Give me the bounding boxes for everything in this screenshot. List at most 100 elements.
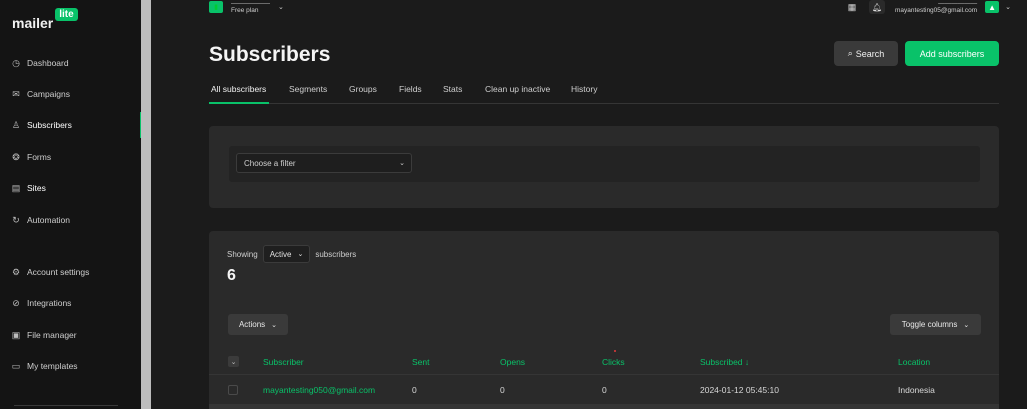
- tab-history[interactable]: History: [571, 84, 597, 94]
- chevron-down-icon[interactable]: ⌄: [1005, 3, 1011, 11]
- account-icon: ▮: [209, 1, 223, 13]
- actions-button-label: Actions: [238, 320, 266, 329]
- actions-button[interactable]: Actions ⌄: [228, 314, 288, 335]
- tab-groups[interactable]: Groups: [349, 84, 377, 94]
- search-button-label: Search: [855, 48, 885, 59]
- clock-icon: ◷: [12, 57, 20, 68]
- search-icon: ⌕: [847, 48, 853, 58]
- link-icon: ⊘: [12, 297, 20, 308]
- user-info[interactable]: —————— mayantesting05@gmail.com: [895, 0, 977, 14]
- column-header-subscriber[interactable]: Subscriber: [263, 357, 304, 367]
- filter-select[interactable]: Choose a filter ⌄: [236, 153, 412, 173]
- automation-icon: ↻: [12, 214, 20, 225]
- sidebar-item-label: Forms: [27, 152, 52, 162]
- chevron-down-icon: ⌄: [278, 4, 284, 11]
- tab-fields[interactable]: Fields: [399, 84, 422, 94]
- user-name: ——————: [938, 0, 978, 7]
- showing-prefix: Showing: [227, 249, 258, 259]
- sidebar-item-campaigns[interactable]: ✉ Campaigns: [11, 87, 70, 101]
- mail-icon: ✉: [12, 88, 20, 99]
- add-subscribers-button[interactable]: Add subscribers: [905, 41, 999, 66]
- sent-value: 0: [412, 385, 417, 395]
- account-switcher[interactable]: ▮ —————— Free plan ⌄: [209, 0, 284, 14]
- filter-bar: Choose a filter ⌄: [229, 146, 980, 182]
- subscriber-tabs: All subscribers Segments Groups Fields S…: [209, 82, 999, 104]
- sidebar-item-label: File manager: [27, 330, 77, 340]
- toggle-columns-button[interactable]: Toggle columns ⌄: [890, 314, 981, 335]
- chevron-down-icon: ⌄: [271, 321, 278, 329]
- showing-row: Showing Active ⌄ subscribers: [227, 245, 356, 263]
- row-divider: [209, 404, 999, 409]
- chevron-down-icon: ⌄: [399, 160, 405, 167]
- sidebar-scrollbar[interactable]: [141, 0, 151, 409]
- sidebar-item-label: Integrations: [27, 298, 72, 308]
- sidebar-item-file-manager[interactable]: ▣ File manager: [11, 328, 77, 342]
- sidebar-item-label: Account settings: [27, 267, 90, 277]
- status-select[interactable]: Active ⌄: [262, 245, 311, 263]
- notifications-bell-icon[interactable]: 🔔︎: [869, 0, 886, 14]
- column-header-sent[interactable]: Sent: [412, 357, 430, 367]
- sidebar: mailer lite ◷ Dashboard ✉ Campaigns ♙ Su…: [0, 0, 141, 409]
- column-header-subscribed[interactable]: Subscribed ↓: [700, 357, 749, 367]
- tab-all-subscribers[interactable]: All subscribers: [211, 84, 266, 94]
- mailerlite-logo[interactable]: mailer lite: [12, 8, 78, 31]
- tab-clean-up-inactive[interactable]: Clean up inactive: [485, 84, 550, 94]
- logo-badge: lite: [55, 8, 78, 21]
- column-header-location[interactable]: Location: [898, 357, 930, 367]
- sidebar-item-automation[interactable]: ↻ Automation: [11, 213, 70, 227]
- sidebar-divider: [14, 405, 118, 406]
- subscribed-value: 2024-01-12 05:45:10: [700, 385, 779, 395]
- avatar[interactable]: ▲: [985, 1, 1000, 13]
- subscribers-panel: Showing Active ⌄ subscribers 6 Actions ⌄…: [209, 231, 999, 409]
- sidebar-item-label: Campaigns: [27, 89, 70, 99]
- user-area: ▦ 🔔︎ —————— mayantesting05@gmail.com ▲ ⌄: [845, 0, 1011, 14]
- sidebar-item-label: My templates: [27, 361, 78, 371]
- column-header-clicks[interactable]: Clicks: [602, 357, 625, 367]
- table-row[interactable]: mayantesting050@gmail.com 0 0 0 2024-01-…: [209, 376, 999, 404]
- sidebar-item-label: Subscribers: [27, 120, 72, 130]
- account-name: ——————: [231, 0, 270, 7]
- chevron-down-icon: ⌄: [297, 251, 304, 258]
- users-icon: ♙: [11, 119, 21, 130]
- chevron-down-icon: ⌄: [963, 321, 970, 329]
- user-email: mayantesting05@gmail.com: [895, 7, 978, 14]
- column-header-opens[interactable]: Opens: [500, 357, 525, 367]
- search-button[interactable]: ⌕ Search: [834, 41, 898, 66]
- sidebar-item-forms[interactable]: ❂ Forms: [11, 150, 51, 164]
- sidebar-item-label: Dashboard: [27, 58, 69, 68]
- forms-icon: ❂: [12, 151, 20, 162]
- sidebar-item-sites[interactable]: ▤ Sites: [11, 181, 46, 195]
- tab-stats[interactable]: Stats: [443, 84, 462, 94]
- subscriber-email[interactable]: mayantesting050@gmail.com: [263, 385, 375, 395]
- sidebar-item-dashboard[interactable]: ◷ Dashboard: [11, 56, 69, 70]
- tab-segments[interactable]: Segments: [289, 84, 327, 94]
- clicks-value: 0: [602, 385, 607, 395]
- account-plan: Free plan: [231, 7, 259, 14]
- sidebar-item-my-templates[interactable]: ▭ My templates: [11, 359, 78, 373]
- sites-icon: ▤: [11, 182, 21, 193]
- file-manager-icon: ▣: [11, 329, 21, 340]
- toggle-columns-label: Toggle columns: [901, 320, 958, 329]
- settings-icon: ⚙: [11, 266, 21, 277]
- opens-value: 0: [500, 385, 505, 395]
- sidebar-item-integrations[interactable]: ⊘ Integrations: [11, 296, 71, 310]
- row-checkbox[interactable]: [228, 385, 238, 395]
- filter-select-value: Choose a filter: [244, 158, 296, 168]
- account-info: —————— Free plan: [231, 0, 270, 14]
- sidebar-item-account-settings[interactable]: ⚙ Account settings: [11, 265, 89, 279]
- page-title: Subscribers: [209, 43, 331, 66]
- select-all-checkbox[interactable]: ⌄: [228, 356, 239, 367]
- templates-icon: ▭: [11, 360, 21, 371]
- sidebar-item-label: Sites: [27, 183, 46, 193]
- indicator-dot: [614, 350, 616, 352]
- showing-suffix: subscribers: [315, 249, 357, 259]
- sidebar-item-label: Automation: [27, 215, 70, 225]
- filter-panel: Choose a filter ⌄: [209, 126, 999, 208]
- apps-grid-icon[interactable]: ▦: [845, 1, 859, 13]
- subscriber-count: 6: [227, 267, 236, 284]
- status-select-value: Active: [269, 249, 292, 259]
- logo-text: mailer: [12, 15, 54, 31]
- location-value: Indonesia: [898, 385, 935, 395]
- active-tab-underline: [209, 102, 269, 104]
- sidebar-item-subscribers[interactable]: ♙ Subscribers: [11, 118, 72, 132]
